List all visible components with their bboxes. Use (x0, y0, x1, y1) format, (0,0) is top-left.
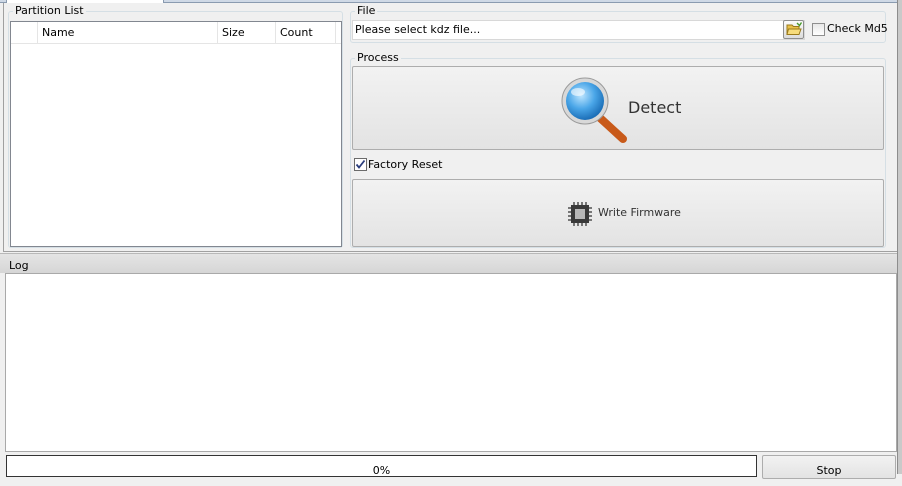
factory-reset-label: Factory Reset (368, 158, 443, 171)
folder-open-icon (786, 22, 803, 35)
log-header-bar (0, 253, 902, 273)
column-header-size[interactable]: Size (218, 22, 276, 44)
browse-file-button[interactable] (783, 20, 804, 39)
stop-button[interactable]: Stop (762, 455, 896, 479)
log-output-area[interactable] (5, 273, 897, 452)
log-title: Log (9, 259, 29, 272)
window-right-edge (897, 0, 902, 474)
detect-button[interactable] (352, 66, 884, 150)
detect-label: Detect (628, 98, 682, 117)
column-header-name[interactable]: Name (38, 22, 218, 44)
check-md5-label: Check Md5 (827, 22, 888, 35)
file-title: File (355, 4, 378, 17)
chip-icon (568, 202, 592, 226)
magnifier-icon (561, 77, 627, 143)
partition-list-table[interactable]: Name Size Count (10, 21, 342, 247)
column-header-filler (336, 22, 341, 44)
progress-percent-text: 0% (372, 464, 391, 477)
column-header-blank[interactable] (11, 22, 38, 44)
partition-list-title: Partition List (13, 4, 86, 17)
column-header-count[interactable]: Count (276, 22, 336, 44)
kdz-file-path-field[interactable]: Please select kdz file... (352, 20, 805, 40)
check-md5-checkbox[interactable] (812, 23, 825, 36)
factory-reset-checkbox[interactable] (354, 158, 367, 171)
write-firmware-label: Write Firmware (598, 206, 681, 219)
checkmark-icon (355, 159, 366, 169)
process-title: Process (355, 51, 401, 64)
